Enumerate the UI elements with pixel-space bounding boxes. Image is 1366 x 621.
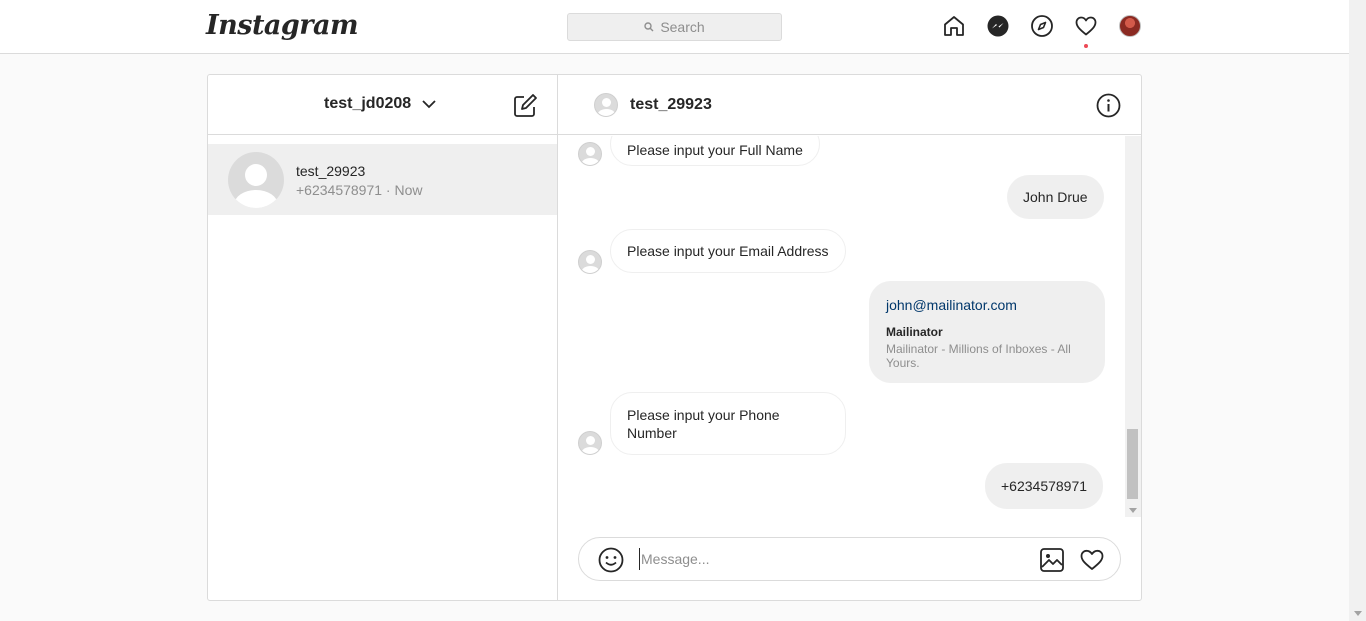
account-name: test_jd0208 [324, 95, 412, 112]
scroll-down-arrow-icon[interactable] [1354, 611, 1362, 616]
conversation-header: test_29923 [558, 75, 1141, 135]
search-placeholder: Search [660, 19, 705, 35]
page-scrollbar[interactable] [1349, 0, 1366, 621]
message-bubble-outgoing: +6234578971 [985, 463, 1104, 509]
profile-avatar[interactable] [1118, 14, 1142, 38]
message-text: Please input your Email Address [627, 243, 829, 259]
inbox-sidebar: test_jd0208 test_29923 +6234578971 · Now [208, 75, 558, 600]
link-preview-title: Mailinator [886, 325, 943, 339]
message-composer [578, 537, 1121, 581]
thread-subtitle: +6234578971 · Now [296, 182, 423, 198]
contact-name[interactable]: test_29923 [630, 96, 712, 114]
message-text: Please input your Full Name [627, 142, 803, 158]
message-text: +6234578971 [1001, 478, 1088, 494]
sender-avatar [578, 431, 602, 455]
sender-avatar [578, 250, 602, 274]
explore-icon[interactable] [1030, 14, 1054, 38]
profile-avatar-image [1119, 15, 1141, 37]
message-bubble-incoming: Please input your Full Name [610, 136, 820, 166]
scroll-down-arrow-icon[interactable] [1129, 508, 1137, 513]
like-heart-icon[interactable] [1079, 547, 1105, 573]
thread-avatar [228, 152, 284, 208]
home-icon[interactable] [942, 14, 966, 38]
notification-dot [1084, 44, 1088, 48]
heart-icon[interactable] [1074, 14, 1098, 48]
message-link[interactable]: john@mailinator.com [886, 297, 1089, 313]
link-preview-description: Mailinator - Millions of Inboxes - All Y… [886, 342, 1071, 370]
thread-item[interactable]: test_29923 +6234578971 · Now [208, 144, 557, 215]
message-input[interactable] [639, 548, 1019, 570]
account-switcher[interactable]: test_jd0208 [324, 95, 437, 113]
messenger-icon[interactable] [986, 14, 1010, 38]
emoji-icon[interactable] [598, 547, 624, 573]
message-text: John Drue [1023, 189, 1088, 205]
new-message-icon[interactable] [512, 93, 538, 119]
message-bubble-incoming: Please input your Phone Number [610, 392, 846, 455]
message-scrollbar[interactable] [1125, 136, 1141, 517]
message-bubble-outgoing: John Drue [1007, 175, 1104, 219]
message-list: Please input your Full Name John Drue Pl… [558, 136, 1141, 517]
direct-messages-panel: test_jd0208 test_29923 +6234578971 · Now… [207, 74, 1142, 601]
thread-name: test_29923 [296, 163, 366, 179]
sender-avatar [578, 142, 602, 166]
inbox-header: test_jd0208 [208, 75, 557, 135]
chevron-down-icon [422, 100, 436, 109]
search-box[interactable]: Search [567, 13, 782, 41]
message-text: Please input your Phone Number [627, 406, 780, 441]
nav-icons [942, 14, 1142, 48]
scrollbar-thumb[interactable] [1127, 429, 1138, 499]
link-preview-message[interactable]: john@mailinator.com Mailinator Mailinato… [869, 281, 1105, 383]
info-icon[interactable] [1096, 93, 1121, 118]
conversation-pane: test_29923 Please input your Full Name J… [558, 75, 1141, 600]
instagram-logo[interactable]: Instagram [206, 10, 359, 41]
image-upload-icon[interactable] [1039, 547, 1065, 573]
search-icon [644, 22, 654, 32]
top-navbar: Instagram Search [0, 0, 1349, 54]
contact-avatar[interactable] [594, 93, 618, 117]
message-bubble-incoming: Please input your Email Address [610, 229, 846, 273]
